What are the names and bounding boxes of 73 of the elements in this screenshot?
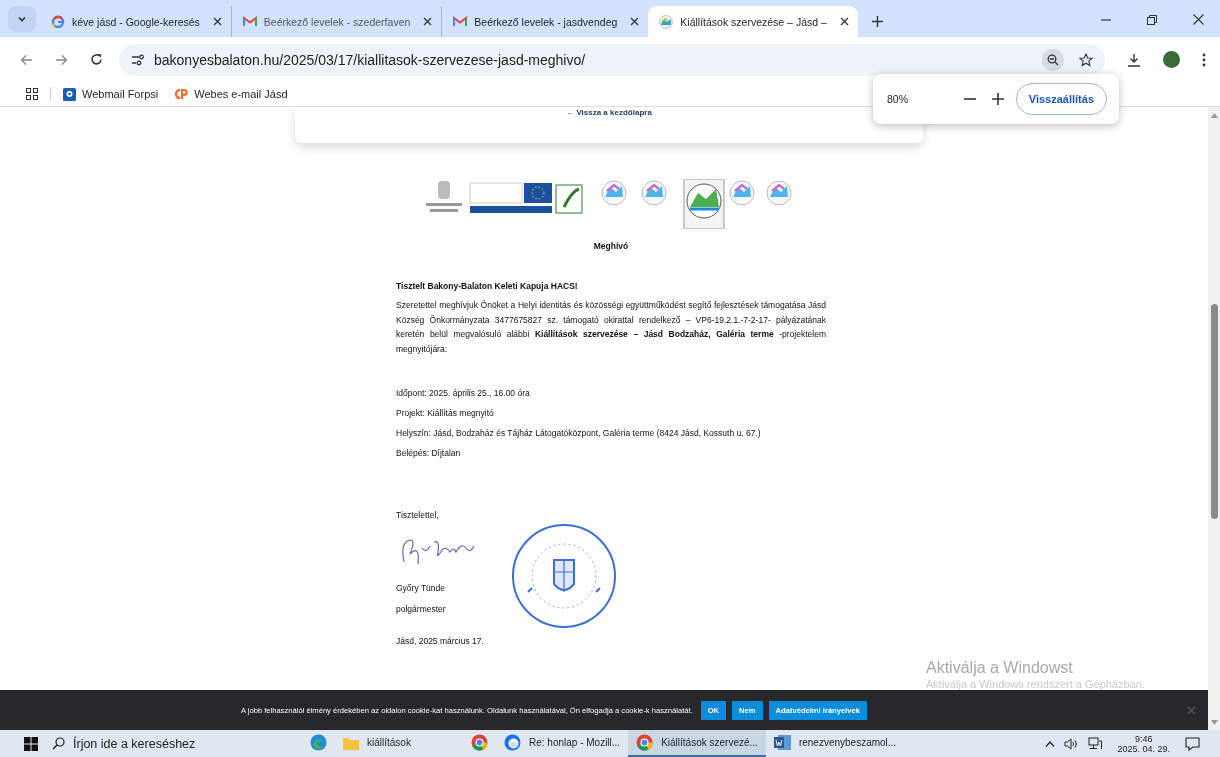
scrollbar-thumb[interactable] bbox=[1210, 304, 1218, 519]
close-icon[interactable] bbox=[839, 17, 849, 26]
closing-text: Tisztelettel, bbox=[396, 510, 440, 520]
forward-arrow-icon[interactable] bbox=[55, 53, 68, 66]
salutation: Tisztelt Bakony-Balaton Keleti Kapuja HACS! bbox=[396, 281, 579, 291]
tab-title: Kiállítások szervezése – Jásd – bbox=[680, 15, 828, 28]
taskbar-app[interactable]: Re: honlap - Mozill... bbox=[496, 730, 629, 757]
event-detail: Helyszín: Jásd, Bodzaház és Tájház Látogatóközpont, Galéria terme (8424 Jásd, Kossuth u. 67.) bbox=[396, 428, 762, 438]
activation-notice-title: Aktiválja a Windowst bbox=[926, 659, 1074, 677]
mail-icon bbox=[453, 16, 468, 27]
chevron-up-icon[interactable] bbox=[1045, 740, 1056, 747]
taskbar-search-field[interactable]: Írjon ide a kereséshez bbox=[52, 736, 302, 751]
address-bar[interactable]: bakonyesbalaton.hu/2025/03/17/kiallitasok-szervezese-jasd-meghivo/ bbox=[119, 43, 1105, 76]
back-link[interactable]: ← Vissza a kezdőlapra bbox=[566, 108, 652, 118]
close-icon[interactable] bbox=[1193, 14, 1204, 25]
edge-browser-icon bbox=[310, 734, 327, 751]
close-icon[interactable] bbox=[212, 17, 222, 26]
place-and-date: Jásd, 2025 március 17. bbox=[396, 636, 485, 646]
new-tab-icon[interactable] bbox=[871, 16, 883, 27]
reset-zoom-button[interactable]: Visszaállítás bbox=[1015, 83, 1107, 115]
clock-time[interactable]: 9:46 bbox=[1134, 733, 1153, 744]
back-arrow-icon[interactable] bbox=[20, 53, 33, 66]
close-icon[interactable] bbox=[423, 17, 433, 26]
reload-icon[interactable] bbox=[90, 53, 103, 66]
restore-icon[interactable] bbox=[1147, 14, 1157, 25]
zoom-icon[interactable] bbox=[1042, 48, 1064, 71]
search-icon bbox=[52, 737, 65, 750]
invitation-paragraph: Szeretettel meghívjuk Önöket a Helyi identitás és közösségi együttműködést segítő fejlesztések támogatása Jásd Község Önkormányzata 3477675827 sz. támogató okirattal rendelkező – VP6-19.2.1.-7-2-17- pályázatának keretén belül megvalósuló alábbi Kiállítások szervezése – Jásd Bodzaház, Galéria terme -projektelem megnyitójára: bbox=[396, 299, 826, 356]
webmail-logo-icon bbox=[63, 87, 76, 101]
chrome-browser-icon bbox=[471, 734, 488, 751]
event-detail: Projekt: Kiállítás megnyitó bbox=[396, 408, 495, 418]
tab-title: Beérkező levelek - jasdvendeg bbox=[474, 15, 619, 28]
event-detail: Belépés: Díjtalan bbox=[396, 448, 462, 458]
signer-role: polgármester bbox=[396, 604, 447, 614]
chrome-browser-icon bbox=[636, 734, 654, 751]
speaker-icon[interactable] bbox=[1064, 737, 1080, 750]
site-settings-icon[interactable] bbox=[131, 53, 145, 66]
cpanel-logo-icon bbox=[174, 88, 189, 100]
browser-tab[interactable]: kéve jásd - Google-keresés bbox=[40, 6, 232, 37]
bookmark-link[interactable]: Webmail Forpsi bbox=[63, 87, 159, 101]
chevron-down-icon bbox=[17, 14, 27, 24]
taskbar-app[interactable]: kiállítások bbox=[335, 730, 463, 757]
clock-date[interactable]: 2025. 04. 29. bbox=[1117, 743, 1170, 754]
scrollbar[interactable] bbox=[1208, 107, 1220, 730]
mail-icon bbox=[242, 16, 257, 27]
google-icon bbox=[51, 14, 65, 29]
menu-icon[interactable] bbox=[1202, 52, 1206, 67]
network-icon[interactable] bbox=[1088, 737, 1103, 750]
taskbar-app[interactable]: Kiállítások szervezé... bbox=[628, 730, 766, 757]
url-text: bakonyesbalaton.hu/2025/03/17/kiallitasok-szervezese-jasd-meghivo/ bbox=[154, 51, 586, 68]
event-detail: Időpont: 2025. április 25., 16.00 óra bbox=[396, 388, 531, 398]
taskbar-app[interactable]: renezvenybeszamol... bbox=[765, 730, 905, 757]
bookmark-link[interactable]: Webes e-mail Jásd bbox=[174, 88, 288, 100]
plus-icon bbox=[991, 93, 1004, 105]
tab-title: kéve jásd - Google-keresés bbox=[72, 15, 201, 28]
browser-tab[interactable]: Beérkező levelek - szederfaven bbox=[231, 6, 443, 37]
profile-avatar[interactable] bbox=[1163, 51, 1180, 68]
download-icon[interactable] bbox=[1127, 52, 1141, 67]
signer-name: Győry Tünde bbox=[396, 583, 446, 593]
tab-title: Beérkező levelek - szederfaven bbox=[263, 15, 412, 28]
site-logo-icon bbox=[659, 14, 674, 29]
notifications-icon[interactable] bbox=[1185, 736, 1200, 751]
windows-start-icon[interactable] bbox=[24, 736, 38, 751]
letter-title: Meghívó bbox=[592, 241, 630, 251]
zoom-level: 80% bbox=[887, 93, 909, 105]
folder-icon bbox=[343, 735, 359, 750]
apps-grid-icon[interactable] bbox=[26, 88, 38, 100]
mail-client-icon bbox=[504, 734, 521, 751]
browser-tab[interactable]: Kiállítások szervezése – Jásd – bbox=[648, 6, 858, 37]
browser-tab[interactable]: Beérkező levelek - jasdvendeg bbox=[442, 6, 649, 37]
star-icon[interactable] bbox=[1079, 52, 1093, 67]
word-document-icon bbox=[773, 735, 791, 750]
close-icon[interactable] bbox=[630, 17, 640, 26]
